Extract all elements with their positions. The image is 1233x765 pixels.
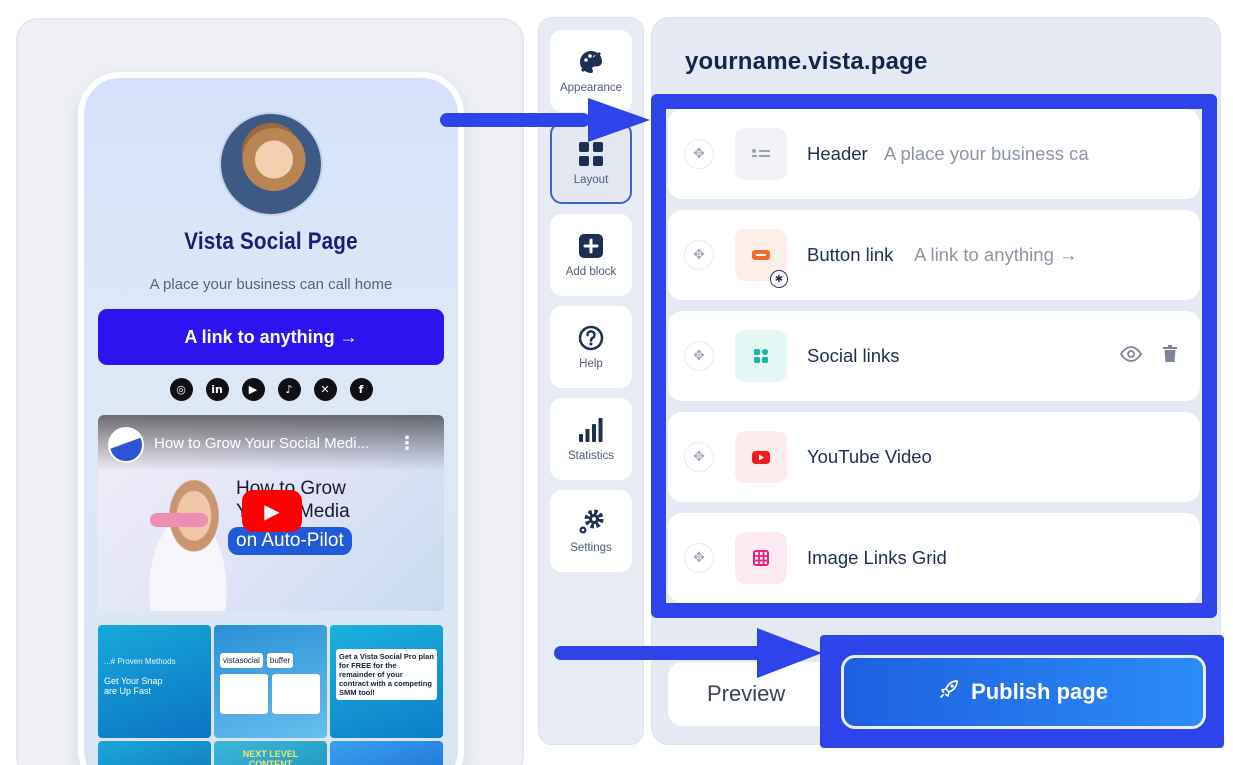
publish-page-button[interactable]: Publish page [841,655,1206,729]
grid-icon [577,140,605,168]
block-name: Image Links Grid [807,547,947,568]
nav-label: Settings [570,542,612,554]
drag-handle-icon[interactable]: ✥ [684,139,714,169]
linkedin-icon[interactable]: in [205,378,229,401]
youtube-icon[interactable]: ▶ [241,378,265,401]
block-description: A place your business ca [884,143,1089,164]
nav-appearance[interactable]: Appearance [550,30,632,112]
preview-page-subtitle: A place your business can call home [149,276,393,293]
grid-tile[interactable]: NEXT LEVEL CONTENT MANAGEMENT [214,741,327,765]
block-name: Social links [807,345,900,366]
block-image-links-grid[interactable]: ✥ Image Links Grid [668,513,1200,603]
tiktok-icon[interactable]: ♪ [277,378,301,401]
nav-help[interactable]: Help [550,306,632,388]
drag-handle-icon[interactable]: ✥ [684,341,714,371]
question-icon [577,324,605,352]
preview-page-title: Vista Social Page [184,228,358,255]
channel-avatar [108,427,144,463]
grid-tile[interactable]: ...# Proven Methods Get Your Snap are Up… [98,625,211,738]
gear-icon [577,508,605,536]
nav-layout[interactable]: Layout [550,122,632,204]
grid-tile[interactable] [330,741,443,765]
trash-icon[interactable] [1162,345,1178,367]
video-title: How to Grow Your Social Medi... [154,435,370,452]
facebook-icon[interactable]: f [349,378,373,401]
preview-social-icons: ◎ in ▶ ♪ ✕ f [84,378,458,401]
grid-tile[interactable]: vistasocial buffer [214,625,327,738]
grid-tile[interactable] [98,741,211,765]
x-icon[interactable]: ✕ [313,378,337,401]
block-youtube-video[interactable]: ✥ YouTube Video [668,412,1200,502]
block-header[interactable]: ✥ Header A place your business ca [668,109,1200,199]
more-vertical-icon[interactable]: ⋮ [398,433,416,454]
avatar [219,112,323,216]
page-preview-panel: Vista Social Page A place your business … [16,18,524,765]
nav-label: Layout [573,174,609,186]
eye-icon[interactable] [1119,346,1143,366]
instagram-icon[interactable]: ◎ [169,378,193,401]
drag-handle-icon[interactable]: ✥ [684,240,714,270]
image-grid-icon [735,532,787,584]
nav-settings[interactable]: Settings [550,490,632,572]
phone-preview: Vista Social Page A place your business … [78,72,464,765]
play-icon[interactable]: ▶ [242,490,302,532]
header-icon [735,128,787,180]
rocket-icon [939,679,959,705]
block-name: Header [807,143,868,164]
nav-label: Help [579,358,603,370]
plus-square-icon [577,232,605,260]
preview-link-button[interactable]: A link to anything → [98,309,444,365]
block-name: Button link [807,244,894,265]
palette-icon [577,48,605,76]
drag-handle-icon[interactable]: ✥ [684,442,714,472]
social-grid-icon [735,330,787,382]
preview-image-grid: ...# Proven Methods Get Your Snap are Up… [98,625,444,765]
youtube-icon [735,431,787,483]
page-domain: yourname.vista.page [685,48,928,75]
status-badge: ✱ [770,270,788,288]
preview-youtube-video[interactable]: How to Grow Y ocial Media on Auto-Pilot … [98,415,444,611]
drag-handle-icon[interactable]: ✥ [684,543,714,573]
nav-label: Appearance [559,82,623,94]
grid-tile[interactable]: Get a Vista Social Pro plan for FREE for… [330,625,443,738]
bar-chart-icon [577,416,605,444]
nav-label: Statistics [567,450,614,462]
nav-label: Add block [565,266,617,278]
nav-statistics[interactable]: Statistics [550,398,632,480]
nav-add-block[interactable]: Add block [550,214,632,296]
block-description: A link to anything → [914,244,1078,265]
publish-button-label: Publish page [971,679,1108,704]
block-social-links[interactable]: ✥ Social links [668,311,1200,401]
block-name: YouTube Video [807,446,932,467]
editor-nav: Appearance Layout Add block Help Statist… [538,17,644,745]
block-button-link[interactable]: ✥ ✱ Button link A link to anything → [668,210,1200,300]
